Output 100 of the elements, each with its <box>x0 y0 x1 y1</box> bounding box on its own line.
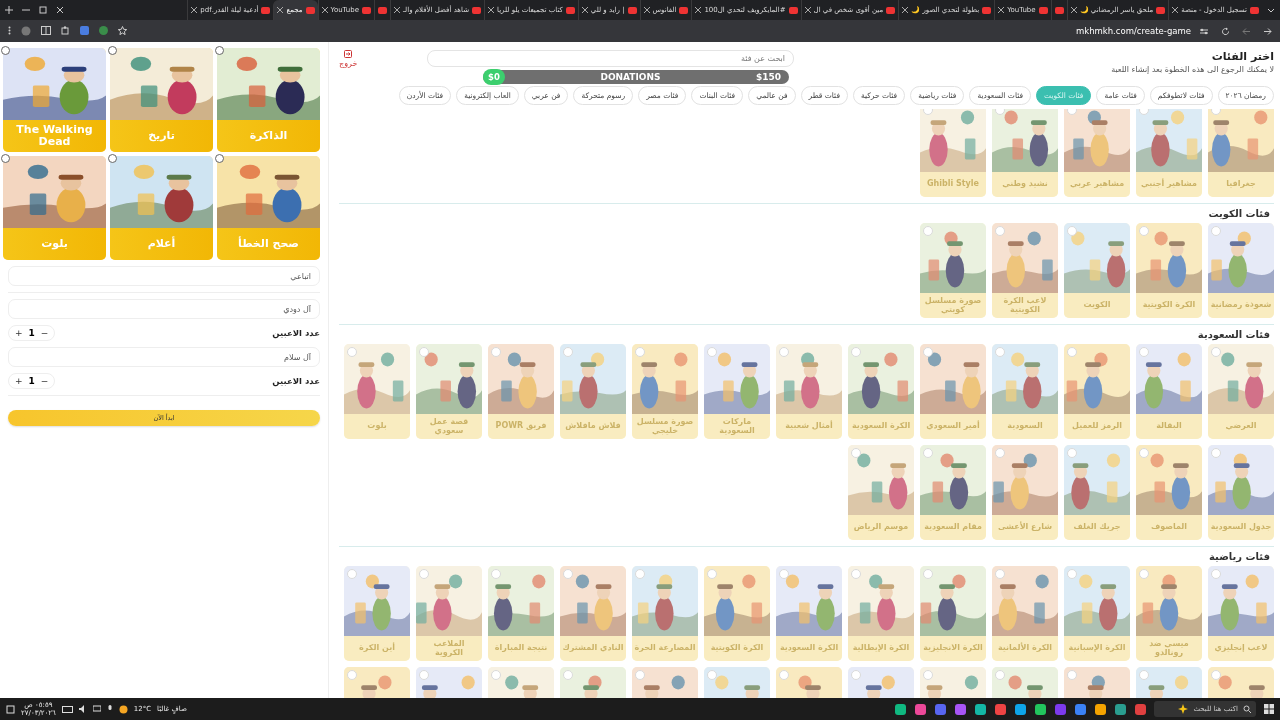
extensions-icon[interactable] <box>61 26 70 36</box>
close-icon[interactable] <box>581 7 588 13</box>
category-card[interactable]: المصارعة الحرة <box>632 566 698 661</box>
close-icon[interactable] <box>695 7 702 13</box>
category-card[interactable]: الذاكرة <box>217 48 320 152</box>
category-card[interactable]: ميسي ضد رونالدو <box>1136 566 1202 661</box>
app-icon[interactable] <box>1135 703 1146 715</box>
decrement-button[interactable]: − <box>40 376 49 386</box>
category-card[interactable]: الكرة السعودية <box>848 344 914 439</box>
app-icon[interactable] <box>935 703 946 715</box>
select-icon[interactable] <box>923 347 933 357</box>
category-card[interactable]: الملاعب الكروية <box>416 566 482 661</box>
bookmark-icon[interactable] <box>118 26 127 36</box>
app-icon[interactable] <box>915 703 926 715</box>
category-card[interactable]: مقام السعودية <box>920 445 986 540</box>
category-card[interactable]: العرضي <box>1208 344 1274 439</box>
category-card[interactable]: فلاش مافلاش <box>560 344 626 439</box>
category-card[interactable]: نتيجة المباراة <box>488 566 554 661</box>
app-icon[interactable] <box>995 703 1006 715</box>
category-card[interactable]: ماركات السعودية <box>704 344 770 439</box>
category-card[interactable]: صورة مسلسل كويتي <box>920 223 986 318</box>
category-card[interactable]: الكويت <box>1064 223 1130 318</box>
select-icon[interactable] <box>1211 670 1221 680</box>
select-icon[interactable] <box>419 347 429 357</box>
address-bar[interactable]: mkhmkh.com/create-game <box>1075 26 1191 36</box>
close-icon[interactable] <box>191 7 198 13</box>
category-card[interactable]: The Walking Dead <box>3 48 106 152</box>
minimize-icon[interactable] <box>22 6 30 14</box>
category-card[interactable]: مشاهير عربي <box>1064 109 1130 197</box>
close-icon[interactable] <box>394 7 400 13</box>
dropdown-icon[interactable] <box>1267 6 1275 14</box>
donations-bar[interactable]: $0 DONATIONS $150 <box>483 70 789 84</box>
app-icon[interactable] <box>895 703 906 715</box>
logout-link[interactable]: خروج <box>339 50 358 68</box>
category-card[interactable]: البقالة <box>1136 344 1202 439</box>
search-field[interactable]: ابحث عن فئة <box>427 50 794 67</box>
increment-button[interactable]: + <box>15 376 23 386</box>
decrement-button[interactable]: − <box>40 328 49 338</box>
category-card[interactable]: جريك الغلف <box>1064 445 1130 540</box>
close-icon[interactable] <box>902 7 909 13</box>
category-card[interactable]: بلوت <box>344 344 410 439</box>
app-icon[interactable] <box>955 703 966 715</box>
profile-icon[interactable] <box>21 26 31 36</box>
category-card[interactable]: شعوذة رمضانية <box>1208 223 1274 318</box>
volume-icon[interactable] <box>78 705 87 713</box>
category-card[interactable]: الماصوف <box>1136 445 1202 540</box>
notification-icon[interactable] <box>6 704 15 714</box>
category-card[interactable]: الكرة السعودية <box>776 566 842 661</box>
name-field[interactable]: آل دودي <box>8 299 320 319</box>
category-card[interactable]: صورة مسلسل خليجي <box>632 344 698 439</box>
close-icon[interactable] <box>804 7 811 13</box>
back-icon[interactable] <box>1242 26 1251 36</box>
category-card[interactable]: الكرة الإيطالية <box>848 566 914 661</box>
app-icon[interactable] <box>1115 703 1126 715</box>
category-card[interactable]: الكرة الإسبانية <box>1064 566 1130 661</box>
close-icon[interactable] <box>1172 7 1179 13</box>
menu-icon[interactable] <box>8 26 11 36</box>
category-card[interactable]: لاعب إنجليزي <box>1208 566 1274 661</box>
app-icon[interactable] <box>1075 703 1086 715</box>
category-card[interactable]: مشاهير أجنبي <box>1136 109 1202 197</box>
category-card[interactable]: Ghibli Style <box>920 109 986 197</box>
close-icon[interactable] <box>488 7 494 13</box>
category-card[interactable]: فريق POWR <box>488 344 554 439</box>
network-icon[interactable] <box>92 705 101 713</box>
category-card[interactable]: قصة عمل سعودي <box>416 344 482 439</box>
close-icon[interactable] <box>1070 7 1077 13</box>
name-field[interactable]: اتباعي <box>8 266 320 286</box>
category-card[interactable]: نشيد وطني <box>992 109 1058 197</box>
category-card[interactable]: الرمز للعميل <box>1064 344 1130 439</box>
close-icon[interactable] <box>56 6 64 14</box>
select-icon[interactable] <box>851 448 861 458</box>
new-tab-icon[interactable] <box>5 6 13 14</box>
category-card[interactable]: النادي المشترك <box>560 566 626 661</box>
close-icon[interactable] <box>998 7 1005 13</box>
reader-icon[interactable] <box>41 26 51 36</box>
windows-icon[interactable] <box>1264 704 1274 714</box>
category-card[interactable]: جدول السعودية <box>1208 445 1274 540</box>
close-icon[interactable] <box>277 7 284 13</box>
app-icon[interactable] <box>1035 703 1046 715</box>
name-field[interactable]: آل سلام <box>8 347 320 367</box>
reload-icon[interactable] <box>1221 26 1230 36</box>
app-icon[interactable] <box>1095 703 1106 715</box>
category-card[interactable]: الكرة الانجليزية <box>920 566 986 661</box>
close-icon[interactable] <box>643 7 650 13</box>
category-card[interactable]: أمير السعودي <box>920 344 986 439</box>
increment-button[interactable]: + <box>15 328 23 338</box>
category-card[interactable]: صحح الخطأ <box>217 156 320 260</box>
keyboard-icon[interactable] <box>61 705 73 713</box>
weather-icon[interactable] <box>118 704 128 714</box>
maximize-icon[interactable] <box>39 6 47 14</box>
close-icon[interactable] <box>321 7 328 13</box>
category-card[interactable]: الكرة الكويتية <box>1136 223 1202 318</box>
category-card[interactable]: السعودية <box>992 344 1058 439</box>
category-card[interactable]: شارع الأعشى <box>992 445 1058 540</box>
app-icon[interactable] <box>1015 703 1026 715</box>
category-card[interactable]: أعلام <box>110 156 213 260</box>
category-card[interactable]: تاريخ <box>110 48 213 152</box>
category-card[interactable]: جغرافيا <box>1208 109 1274 197</box>
forward-icon[interactable] <box>1263 26 1272 36</box>
microphone-icon[interactable] <box>106 705 113 713</box>
